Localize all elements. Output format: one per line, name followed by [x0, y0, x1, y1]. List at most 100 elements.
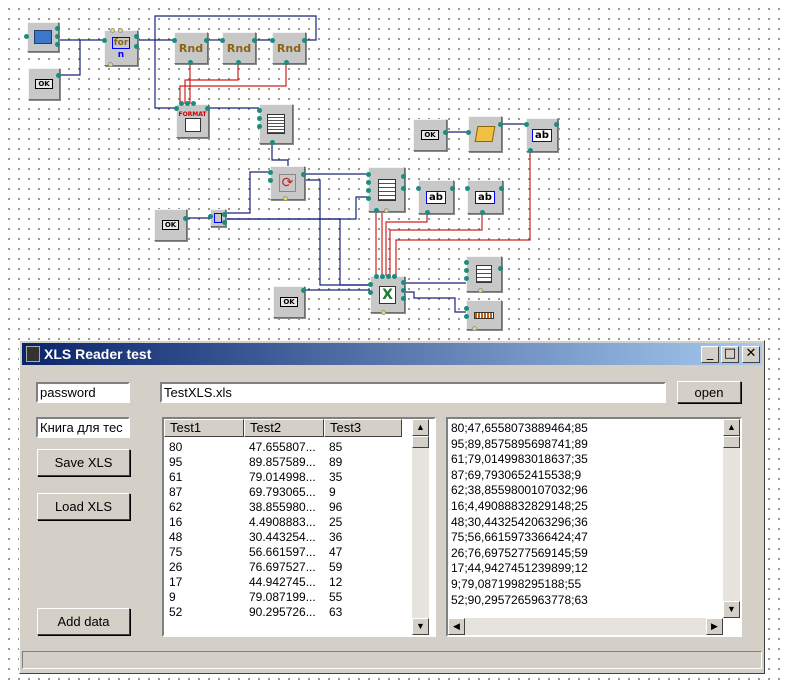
scroll-thumb[interactable] [723, 436, 740, 448]
pin [183, 216, 188, 221]
edit-node-2[interactable]: ab [418, 180, 454, 214]
table-row[interactable]: 95 89.857589... 89 [164, 455, 402, 470]
title-bar[interactable]: XLS Reader test _ □ ✕ [22, 343, 762, 365]
format-label: FORMAT [178, 110, 207, 118]
progress-icon [474, 311, 494, 319]
grid-body: 80 47.655807... 85 95 89.857589... 89 61 79.014… [164, 437, 402, 635]
xls-node[interactable]: X [370, 276, 405, 313]
scroll-left-icon[interactable]: ◀ [448, 618, 465, 635]
pin [401, 280, 406, 285]
pin [401, 174, 406, 179]
rnd-node-3[interactable]: Rnd [272, 32, 306, 64]
minimize-button[interactable]: _ [701, 346, 719, 363]
edit-field-icon: ab [475, 190, 495, 204]
table-cell: 80 [169, 440, 183, 454]
cycle-icon: ⟳ [278, 174, 297, 192]
table-row[interactable]: 48 30.443254... 36 [164, 530, 402, 545]
pin [191, 101, 196, 106]
open-button[interactable]: open [677, 381, 741, 403]
close-button[interactable]: ✕ [742, 346, 760, 363]
format-node[interactable]: FORMAT [176, 104, 209, 138]
pin [179, 101, 184, 106]
table-cell: 62 [169, 500, 183, 514]
table-cell: 75 [169, 545, 183, 559]
memo-vertical-scrollbar[interactable]: ▲ ▼ [723, 419, 740, 618]
ok-button-node-1[interactable]: OK [28, 68, 60, 100]
table-cell: 52 [169, 605, 183, 619]
pin [464, 306, 469, 311]
scroll-up-icon[interactable]: ▲ [723, 419, 740, 436]
add-data-button[interactable]: Add data [37, 608, 130, 635]
hub-icon [214, 213, 222, 223]
for-loop-node[interactable]: for n [104, 30, 138, 66]
ok-label: OK [421, 130, 439, 140]
grid-vertical-scrollbar[interactable]: ▲ ▼ [412, 419, 429, 635]
pin [220, 38, 225, 43]
pin [270, 38, 275, 43]
list-icon [476, 265, 492, 283]
table-row[interactable]: 62 38.855980... 96 [164, 500, 402, 515]
form-icon [184, 117, 201, 132]
scroll-thumb[interactable] [412, 436, 429, 448]
scroll-down-icon[interactable]: ▼ [412, 618, 429, 635]
file-path-field[interactable]: TestXLS.xls [160, 382, 666, 403]
grid-node[interactable] [259, 104, 293, 144]
pin [528, 148, 533, 153]
pin [134, 44, 139, 49]
grid-column-header[interactable]: Test1 [164, 419, 244, 437]
open-dialog-node[interactable] [468, 116, 502, 152]
data-grid[interactable]: Test1 Test2 Test3 80 47.655807... 85 95 89.8… [162, 417, 436, 637]
ok-button-node-2[interactable]: OK [413, 119, 447, 151]
table-cell: 90.295726... [249, 605, 316, 619]
ok-button-node-3[interactable]: OK [154, 209, 187, 241]
memo-horizontal-scrollbar[interactable]: ◀ ▶ [448, 618, 723, 635]
scroll-right-icon[interactable]: ▶ [706, 618, 723, 635]
table-row[interactable]: 75 56.661597... 47 [164, 545, 402, 560]
table-row[interactable]: 26 76.697527... 59 [164, 560, 402, 575]
table-row[interactable]: 17 44.942745... 12 [164, 575, 402, 590]
pin [257, 108, 262, 113]
sheet-name-field[interactable]: Книга для тес [36, 417, 130, 438]
grid-column-header[interactable]: Test3 [324, 419, 402, 437]
table-row[interactable]: 16 4.4908883... 25 [164, 515, 402, 530]
rnd-label: Rnd [178, 41, 204, 55]
pin [204, 38, 209, 43]
edit-node-3[interactable]: ab [467, 180, 503, 214]
progress-node[interactable] [466, 300, 502, 330]
list-node[interactable] [466, 256, 502, 292]
table-cell: 9 [329, 485, 336, 499]
pin [257, 116, 262, 121]
pin [55, 34, 60, 39]
pin [554, 122, 559, 127]
memo-line: 16;4,49088832829148;25 [451, 499, 588, 513]
table-row[interactable]: 61 79.014998... 35 [164, 470, 402, 485]
table-row[interactable]: 9 79.087199... 55 [164, 590, 402, 605]
memo-line: 75;56,6615973366424;47 [451, 530, 588, 545]
scheme-canvas[interactable]: OK for n Rnd Rnd Rnd FORMAT OK ab ⟳ ab a… [0, 0, 788, 340]
table-cell: 36 [329, 530, 343, 544]
table-row[interactable]: 80 47.655807... 85 [164, 440, 402, 455]
table-cell: 35 [329, 470, 343, 484]
grid-column-header[interactable]: Test2 [244, 419, 324, 437]
password-field[interactable]: password [36, 382, 130, 403]
table-cell: 30.443254... [249, 530, 316, 544]
save-xls-button[interactable]: Save XLS [37, 449, 130, 476]
pin [374, 274, 379, 279]
maximize-button[interactable]: □ [721, 346, 739, 363]
table-row[interactable]: 52 90.295726... 63 [164, 605, 402, 620]
text-memo[interactable]: 80;47,6558073889464;85 95;89,857589569874… [446, 417, 742, 637]
timer-node[interactable]: ⟳ [270, 166, 305, 200]
pin [464, 268, 469, 273]
pin [366, 196, 371, 201]
pin [464, 260, 469, 265]
edit-field-icon: ab [532, 128, 552, 142]
pin [283, 196, 288, 201]
pin [368, 282, 373, 287]
memo-node[interactable] [368, 167, 405, 212]
table-cell: 61 [169, 470, 183, 484]
scroll-up-icon[interactable]: ▲ [412, 419, 429, 436]
scroll-down-icon[interactable]: ▼ [723, 601, 740, 618]
pin [102, 38, 107, 43]
table-row[interactable]: 87 69.793065... 9 [164, 485, 402, 500]
load-xls-button[interactable]: Load XLS [37, 493, 130, 520]
